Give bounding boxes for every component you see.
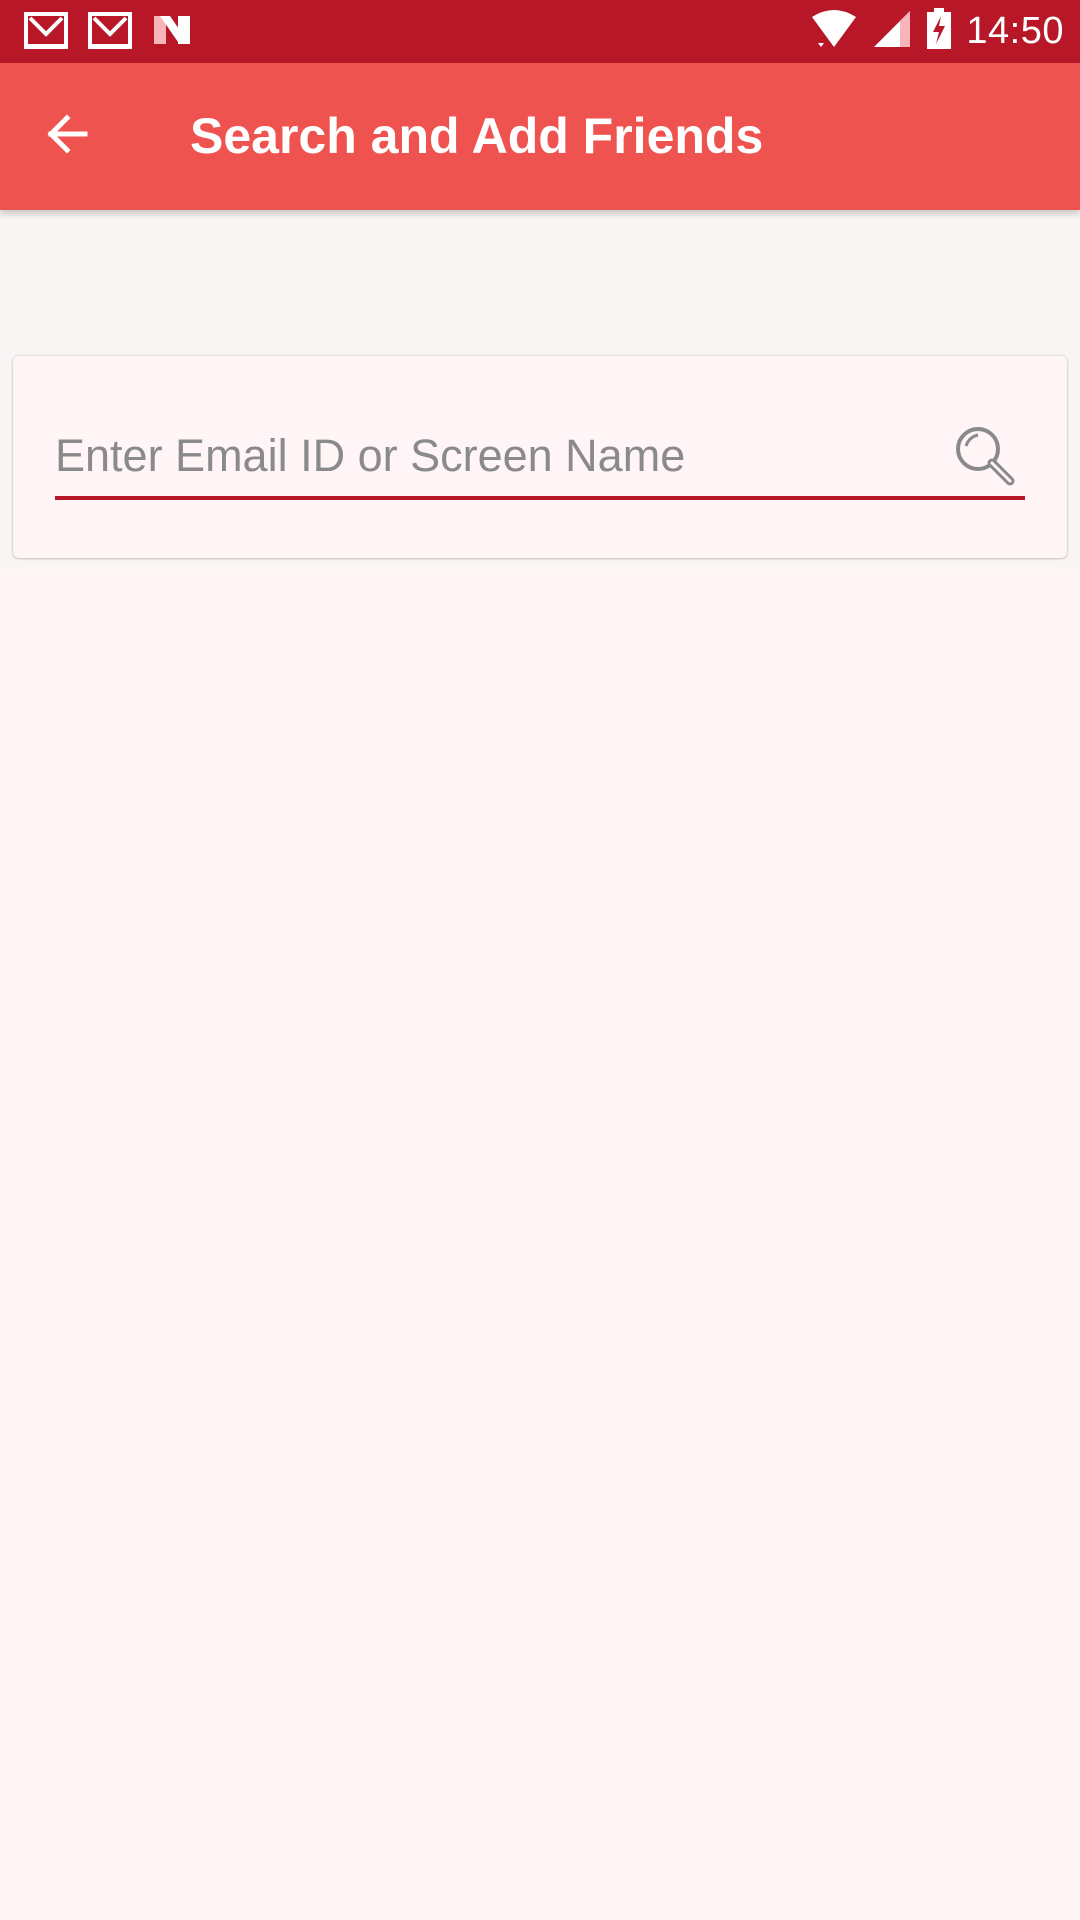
battery-charging-icon — [926, 8, 952, 55]
app-bar: Search and Add Friends — [0, 63, 1080, 210]
page-title: Search and Add Friends — [190, 108, 764, 164]
search-icon[interactable] — [953, 424, 1017, 488]
search-field — [55, 416, 1025, 500]
status-system-icons: 14:50 — [810, 0, 1064, 63]
wifi-icon — [810, 9, 858, 54]
status-time: 14:50 — [966, 10, 1064, 52]
gmail-icon — [24, 10, 70, 55]
search-input[interactable] — [55, 416, 935, 496]
status-notification-icons — [24, 10, 192, 55]
n-notification-icon — [152, 12, 192, 53]
arrow-back-icon — [43, 110, 91, 163]
search-card — [13, 356, 1067, 558]
cell-signal-icon — [872, 9, 912, 54]
back-button[interactable] — [34, 103, 100, 169]
status-bar: 14:50 — [0, 0, 1080, 63]
gmail-icon — [88, 10, 134, 55]
